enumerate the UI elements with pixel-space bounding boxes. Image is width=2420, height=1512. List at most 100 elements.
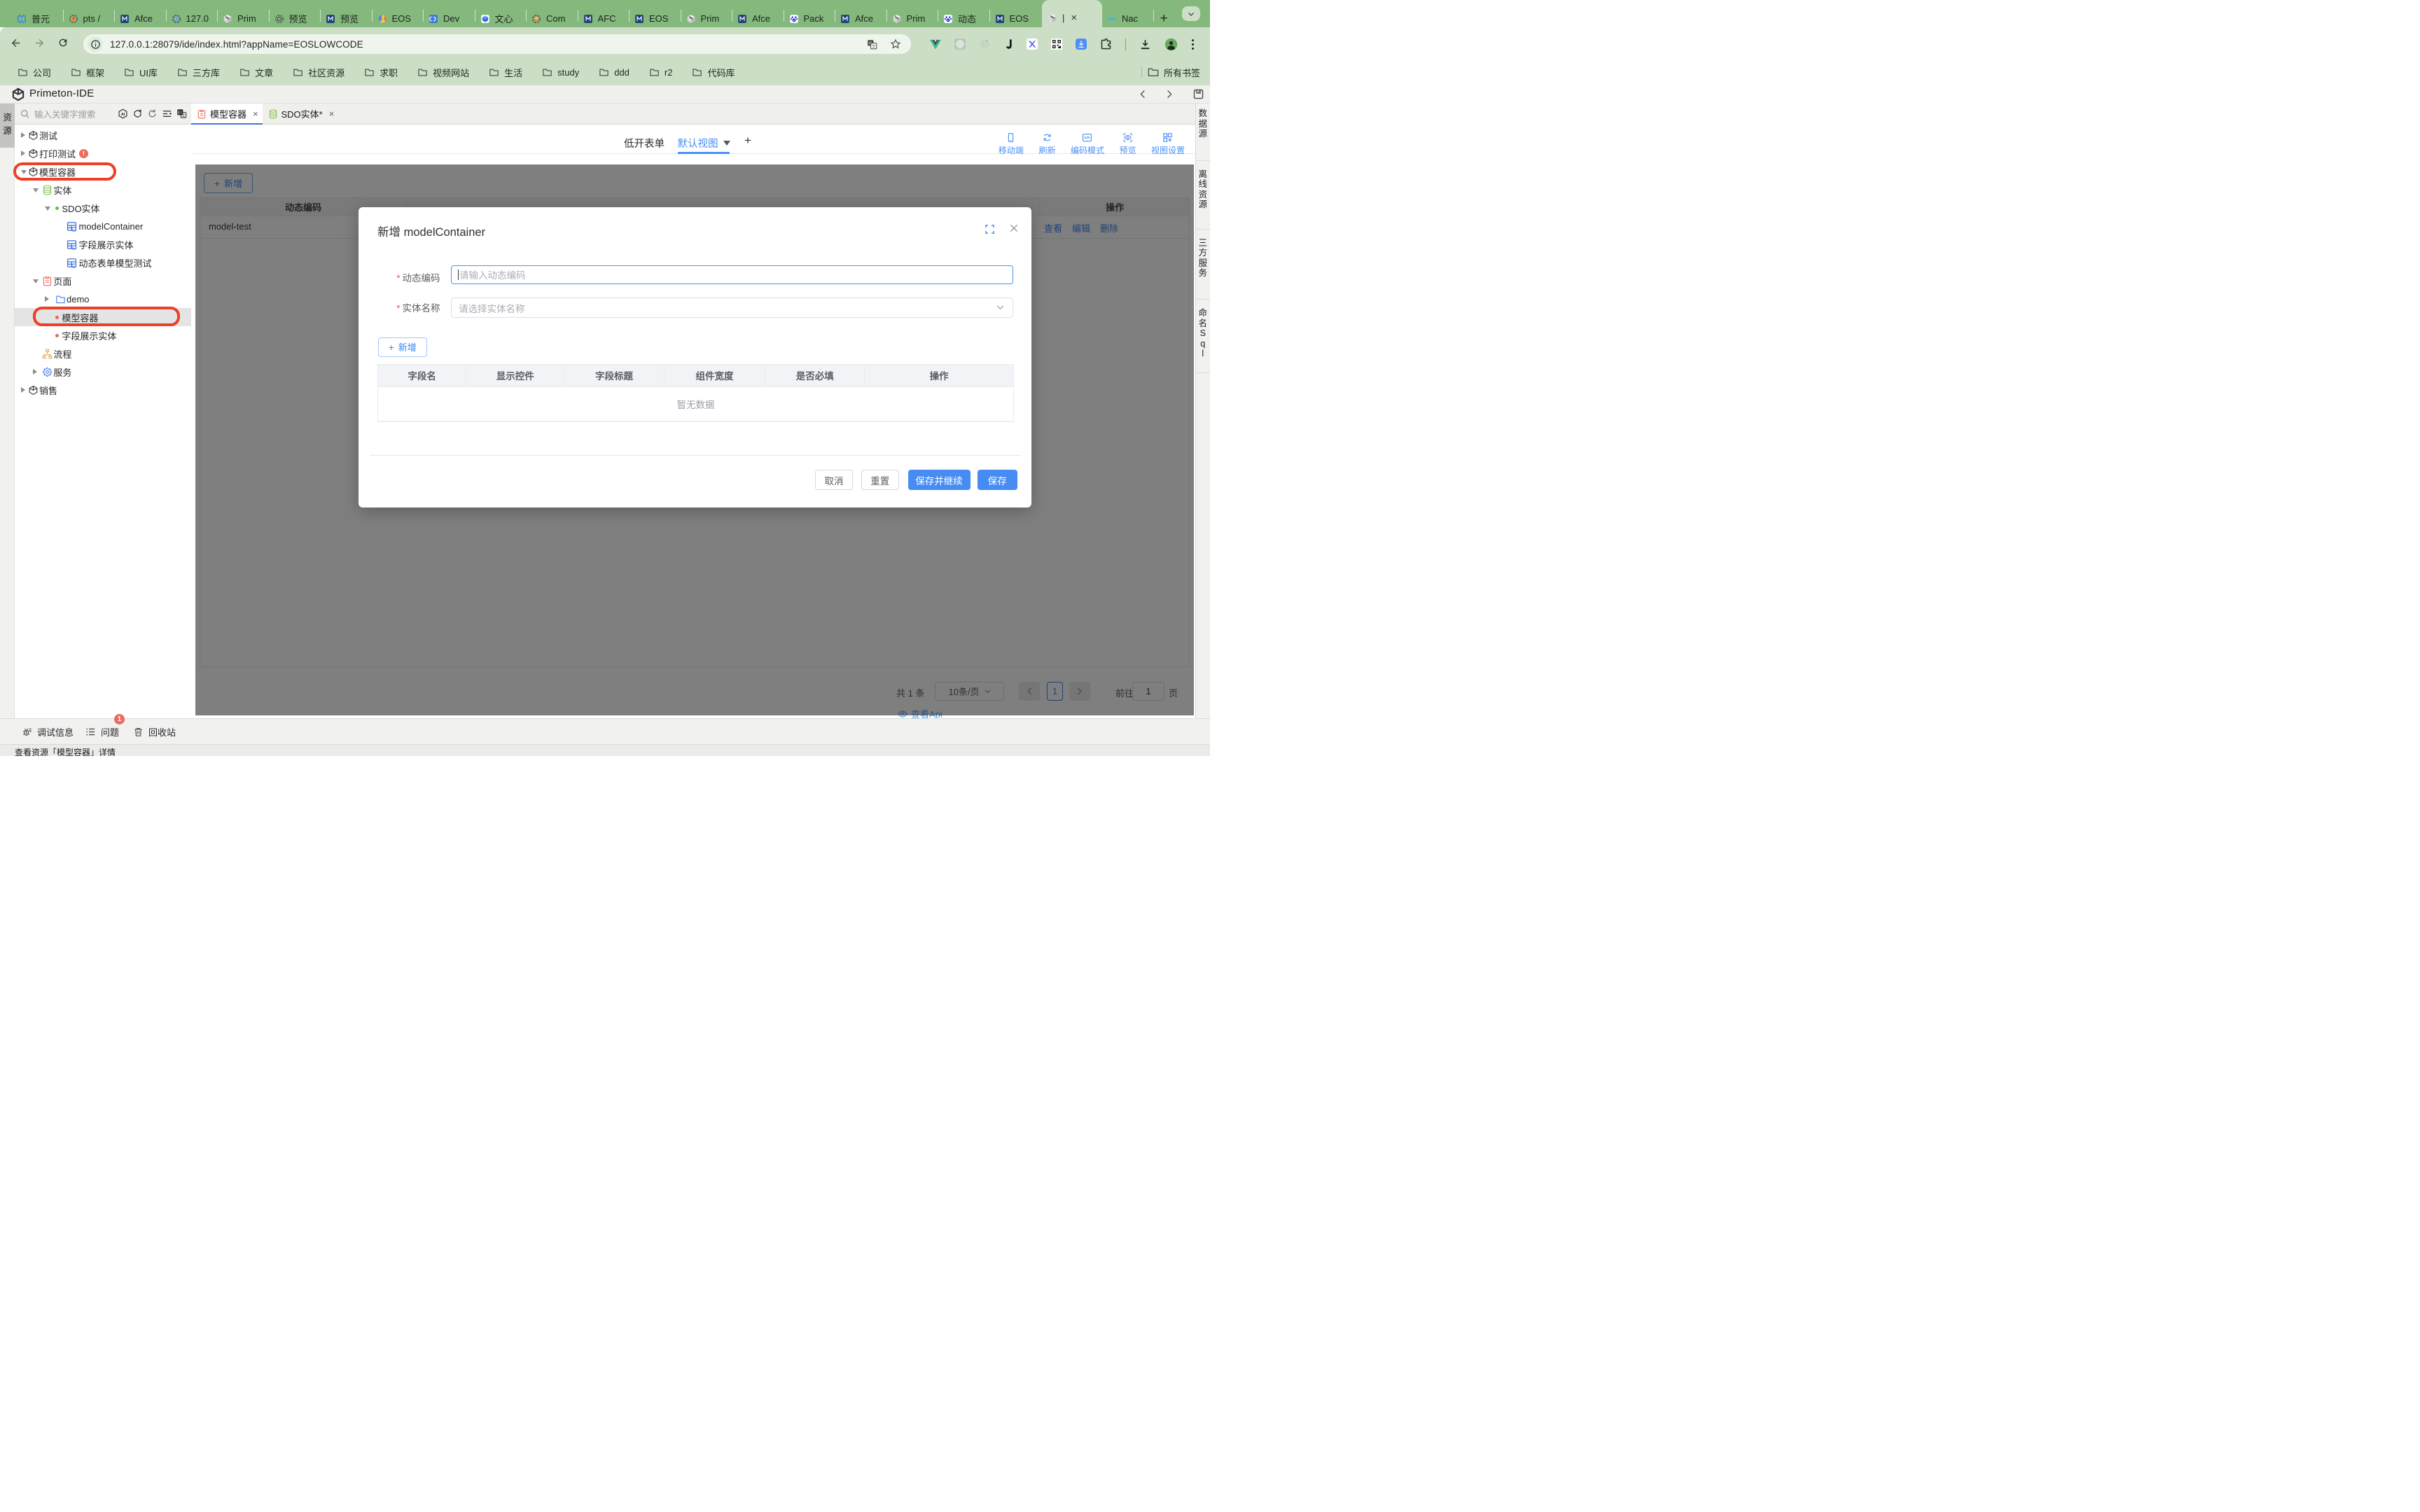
fullscreen-icon[interactable] xyxy=(985,224,995,234)
browser-tab[interactable]: EOS xyxy=(630,0,681,27)
caret-icon[interactable] xyxy=(33,279,39,284)
rail-section-三方服务[interactable]: 三方服务 xyxy=(1196,230,1211,300)
tree-node-服务[interactable]: 服务 xyxy=(15,363,191,381)
browser-tab[interactable]: 127.0 xyxy=(167,0,218,27)
tab-close-icon[interactable]: × xyxy=(1071,12,1077,24)
dynamic-code-input[interactable]: 请输入动态编码 xyxy=(451,265,1013,284)
bookmark-folder[interactable]: 代码库 xyxy=(692,66,735,79)
bookmark-folder[interactable]: 三方库 xyxy=(177,66,220,79)
tree-node-字段展示实体[interactable]: 字段展示实体 xyxy=(15,235,191,253)
reload-icon[interactable] xyxy=(57,37,69,48)
x-extension-icon[interactable] xyxy=(1027,38,1038,50)
rail-section-命名Sql[interactable]: 命名Sql xyxy=(1196,300,1211,373)
browser-tab[interactable]: Nac xyxy=(1103,0,1154,27)
browser-tab[interactable]: 动态 xyxy=(939,0,990,27)
bookmark-folder[interactable]: 文章 xyxy=(239,66,273,79)
tree-node-demo[interactable]: demo xyxy=(15,290,191,308)
orbit-extension-icon[interactable] xyxy=(979,38,990,50)
view-tab-default[interactable]: 默认视图 xyxy=(678,136,730,150)
bookmark-folder[interactable]: 生活 xyxy=(489,66,522,79)
nav-back-icon[interactable] xyxy=(1138,89,1148,99)
downloads-icon[interactable] xyxy=(1139,38,1151,50)
viewtool-grid[interactable]: 视图设置 xyxy=(1151,132,1185,156)
qr-extension-icon[interactable] xyxy=(1051,38,1062,50)
all-bookmarks[interactable]: 所有书签 xyxy=(1148,66,1200,79)
bookmark-folder[interactable]: study xyxy=(542,66,579,79)
save-button[interactable]: 保存 xyxy=(978,470,1017,490)
modal-add-button[interactable]: +新增 xyxy=(378,337,427,357)
bookmark-folder[interactable]: 社区资源 xyxy=(293,66,345,79)
address-bar[interactable]: 127.0.0.1:28079/ide/index.html?appName=E… xyxy=(83,34,911,54)
tab-search-chevron-icon[interactable] xyxy=(1182,6,1200,21)
browser-tab[interactable]: EOS xyxy=(991,0,1042,27)
tree-node-字段展示实体[interactable]: 字段展示实体 xyxy=(15,326,191,344)
add-view-button[interactable]: + xyxy=(744,134,751,148)
viewtool-eye-scan[interactable]: 预览 xyxy=(1119,132,1136,156)
browser-tab[interactable]: Com xyxy=(527,0,578,27)
bookmark-folder[interactable]: UI库 xyxy=(124,66,158,79)
browser-menu-kebab-icon[interactable] xyxy=(1191,38,1195,50)
bookmark-folder[interactable]: 视频网站 xyxy=(417,66,469,79)
caret-icon[interactable] xyxy=(45,206,50,211)
caret-icon[interactable] xyxy=(33,188,39,192)
tab-close-icon[interactable]: × xyxy=(253,108,258,119)
caret-icon[interactable] xyxy=(21,387,25,393)
tab-close-icon[interactable]: × xyxy=(329,108,335,119)
translate-icon[interactable]: En文 xyxy=(176,108,187,119)
close-icon[interactable] xyxy=(1008,223,1020,234)
editor-tab[interactable]: SDO实体*× xyxy=(263,104,331,125)
caret-icon[interactable] xyxy=(21,150,25,156)
tree-node-流程[interactable]: 流程 xyxy=(15,344,191,363)
bookmark-star-icon[interactable] xyxy=(890,38,901,50)
rail-tab-resources[interactable]: 资源 xyxy=(0,104,15,148)
bottom-tool-debug[interactable]: 调试信息 xyxy=(22,725,74,738)
new-tab-button[interactable]: + xyxy=(1160,0,1174,27)
bookmark-folder[interactable]: 公司 xyxy=(18,66,51,79)
profile-avatar[interactable] xyxy=(1164,38,1178,51)
tree-node-测试[interactable]: 测试 xyxy=(15,126,191,144)
caret-icon[interactable] xyxy=(45,296,49,302)
browser-tab[interactable]: Afce xyxy=(116,0,167,27)
caret-icon[interactable] xyxy=(21,132,25,138)
browser-tab[interactable]: Prim xyxy=(888,0,939,27)
reset-button[interactable]: 重置 xyxy=(861,470,899,490)
forward-icon[interactable] xyxy=(34,37,46,49)
tree-node-modelContainer[interactable]: modelContainer xyxy=(15,217,191,235)
bottom-tool-trash[interactable]: 回收站 xyxy=(133,725,176,738)
browser-tab[interactable]: Afce xyxy=(836,0,887,27)
viewtool-code[interactable]: 编码模式 xyxy=(1071,132,1104,156)
extensions-puzzle-icon[interactable] xyxy=(1100,38,1112,50)
search-input[interactable]: 输入关键字搜索 xyxy=(34,107,118,120)
browser-tab[interactable]: 预览 xyxy=(270,0,321,27)
nav-forward-icon[interactable] xyxy=(1164,89,1174,99)
j-extension-icon[interactable] xyxy=(1003,38,1013,50)
rail-section-离线资源[interactable]: 离线资源 xyxy=(1196,161,1211,230)
browser-tab[interactable]: 文心 xyxy=(476,0,527,27)
refresh-icon[interactable] xyxy=(147,108,158,119)
new-resource-icon[interactable] xyxy=(132,108,143,119)
bookmark-folder[interactable]: ddd xyxy=(599,66,630,79)
sort-icon[interactable] xyxy=(162,108,172,119)
save-continue-button[interactable]: 保存并继续 xyxy=(908,470,971,490)
tree-node-销售[interactable]: 销售 xyxy=(15,381,191,399)
download-helper-extension-icon[interactable] xyxy=(1076,38,1087,50)
vue-extension-icon[interactable] xyxy=(930,39,941,50)
browser-tab-active[interactable]: |× xyxy=(1042,0,1102,27)
viewtool-refresh-blue[interactable]: 刷新 xyxy=(1038,132,1055,156)
viewtool-mobile[interactable]: 移动端 xyxy=(999,132,1024,156)
site-info-icon[interactable] xyxy=(88,36,103,52)
browser-tab[interactable]: Afce xyxy=(733,0,784,27)
bottom-tool-list[interactable]: 问题1 xyxy=(85,725,119,738)
browser-tab[interactable]: Prim xyxy=(218,0,270,27)
tree-node-打印测试[interactable]: 打印测试! xyxy=(15,144,191,162)
cancel-button[interactable]: 取消 xyxy=(815,470,853,490)
bookmark-folder[interactable]: 框架 xyxy=(71,66,104,79)
caret-icon[interactable] xyxy=(21,170,27,174)
browser-tab[interactable]: Dev xyxy=(424,0,475,27)
tree-node-模型容器[interactable]: 模型容器 xyxy=(15,308,191,326)
rail-section-数据源[interactable]: 数据源 xyxy=(1196,104,1211,161)
browser-tab[interactable]: 普元 xyxy=(13,0,64,27)
caret-icon[interactable] xyxy=(33,369,37,374)
tree-node-动态表单模型测试[interactable]: 动态表单模型测试 xyxy=(15,253,191,272)
save-icon[interactable] xyxy=(1192,88,1204,100)
